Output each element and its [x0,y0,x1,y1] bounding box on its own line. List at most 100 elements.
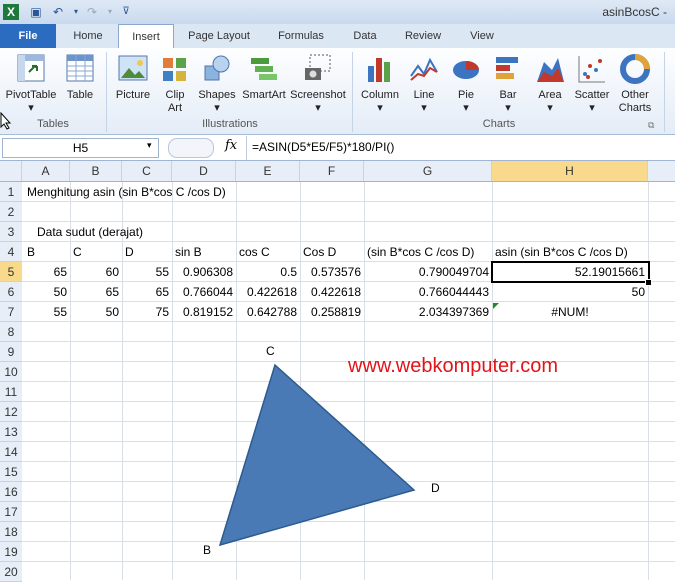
chevron-down-icon[interactable]: ▾ [147,140,152,151]
cell-c7[interactable]: 75 [122,302,172,322]
tab-view[interactable]: View [460,24,504,48]
cell-a1[interactable]: Menghitung asin (sin B*cos C /cos D) [24,182,229,202]
tab-formulas[interactable]: Formulas [268,24,334,48]
cell-b4[interactable]: C [70,242,122,262]
row-header[interactable]: 8 [0,322,22,342]
cell-a4[interactable]: B [24,242,70,262]
cell-a3[interactable]: Data sudut (derajat) [34,222,146,242]
other-charts-button[interactable]: Other Charts [612,52,658,115]
cell-g7[interactable]: 2.034397369 [364,302,492,322]
cell-e7[interactable]: 0.642788 [236,302,300,322]
undo-dropdown-icon[interactable]: ▾ [68,4,84,20]
save-icon[interactable]: ▣ [28,4,44,20]
tab-data[interactable]: Data [344,24,386,48]
select-all-corner[interactable] [0,161,22,181]
customize-qat-icon[interactable]: ⊽ [118,4,134,20]
row-header[interactable]: 15 [0,462,22,482]
redo-icon[interactable]: ↷ [84,4,100,20]
cell-c5[interactable]: 55 [122,262,172,282]
row-header[interactable]: 16 [0,482,22,502]
insert-function-icon[interactable]: fx [225,138,237,153]
row-header[interactable]: 17 [0,502,22,522]
table-button[interactable]: Table [60,52,100,102]
tab-home[interactable]: Home [60,24,116,48]
smartart-button[interactable]: SmartArt [240,52,288,102]
row-header[interactable]: 18 [0,522,22,542]
cell-c6[interactable]: 65 [122,282,172,302]
dialog-launcher-icon[interactable]: ⧉ [648,120,654,131]
bar-chart-button[interactable]: Bar ▾ [488,52,528,115]
cell-b5[interactable]: 60 [70,262,122,282]
row-header[interactable]: 13 [0,422,22,442]
row-header[interactable]: 6 [0,282,22,302]
cell-a6[interactable]: 50 [22,282,70,302]
column-header[interactable]: A [22,161,70,181]
column-header[interactable]: E [236,161,300,181]
row-header[interactable]: 7 [0,302,22,322]
cell-d5[interactable]: 0.906308 [172,262,236,282]
column-header[interactable]: F [300,161,364,181]
cell-f7[interactable]: 0.258819 [300,302,364,322]
cell-a7[interactable]: 55 [22,302,70,322]
cell-f4[interactable]: Cos D [300,242,364,262]
cell-g4[interactable]: (sin B*cos C /cos D) [364,242,492,262]
row-header[interactable]: 1 [0,182,22,202]
clip-art-button[interactable]: Clip Art [158,52,192,115]
row-header[interactable]: 19 [0,542,22,562]
formula-input[interactable]: =ASIN(D5*E5/F5)*180/PI() [252,140,394,154]
triangle-shape[interactable] [200,342,460,562]
cell-d6[interactable]: 0.766044 [172,282,236,302]
cell-e6[interactable]: 0.422618 [236,282,300,302]
row-header[interactable]: 4 [0,242,22,262]
row-header[interactable]: 10 [0,362,22,382]
picture-button[interactable]: Picture [110,52,156,102]
cell-g5[interactable]: 0.790049704 [364,262,492,282]
column-header[interactable]: D [172,161,236,181]
row-header[interactable]: 9 [0,342,22,362]
row-header-selected[interactable]: 5 [0,262,22,282]
row-header[interactable]: 14 [0,442,22,462]
undo-icon[interactable]: ↶ [50,4,66,20]
cell-e5[interactable]: 0.5 [236,262,300,282]
cell-g6[interactable]: 0.766044443 [364,282,492,302]
column-header[interactable]: C [122,161,172,181]
tab-file[interactable]: File [0,24,56,48]
cell-a5[interactable]: 65 [22,262,70,282]
cell-d4[interactable]: sin B [172,242,236,262]
cell-c4[interactable]: D [122,242,172,262]
pivottable-button[interactable]: PivotTable ▾ [4,52,58,115]
tab-page-layout[interactable]: Page Layout [178,24,260,48]
cell-e4[interactable]: cos C [236,242,300,262]
row-header[interactable]: 2 [0,202,22,222]
pie-chart-button[interactable]: Pie ▾ [446,52,486,115]
cell-f5[interactable]: 0.573576 [300,262,364,282]
row-header[interactable]: 12 [0,402,22,422]
cell-b7[interactable]: 50 [70,302,122,322]
cell-h4[interactable]: asin (sin B*cos C /cos D) [492,242,648,262]
cell-h7[interactable]: #NUM! [492,302,648,322]
line-chart-button[interactable]: Line ▾ [404,52,444,115]
tab-insert[interactable]: Insert [118,24,174,49]
tab-review[interactable]: Review [396,24,450,48]
fill-handle[interactable] [645,279,652,286]
cell-h6[interactable]: 50 [492,282,648,302]
worksheet-grid[interactable]: 1 2 3 4 5 6 7 8 9 10 11 12 13 14 15 16 1… [0,182,675,582]
row-header[interactable]: 20 [0,562,22,582]
screenshot-button[interactable]: Screenshot ▾ [288,52,348,115]
cell-d7[interactable]: 0.819152 [172,302,236,322]
scatter-chart-button[interactable]: Scatter ▾ [572,52,612,115]
shapes-button[interactable]: Shapes ▾ [196,52,238,115]
column-chart-button[interactable]: Column ▾ [356,52,404,115]
row-header[interactable]: 11 [0,382,22,402]
row-header[interactable]: 3 [0,222,22,242]
column-header[interactable]: G [364,161,492,181]
triangle-polygon[interactable] [218,363,416,547]
redo-dropdown-icon[interactable]: ▾ [102,4,118,20]
column-header[interactable]: B [70,161,122,181]
excel-logo-icon[interactable]: X [3,4,19,20]
cell-b6[interactable]: 65 [70,282,122,302]
name-box[interactable]: H5 [2,138,159,158]
column-header-selected[interactable]: H [492,161,648,181]
cell-f6[interactable]: 0.422618 [300,282,364,302]
area-chart-button[interactable]: Area ▾ [530,52,570,115]
